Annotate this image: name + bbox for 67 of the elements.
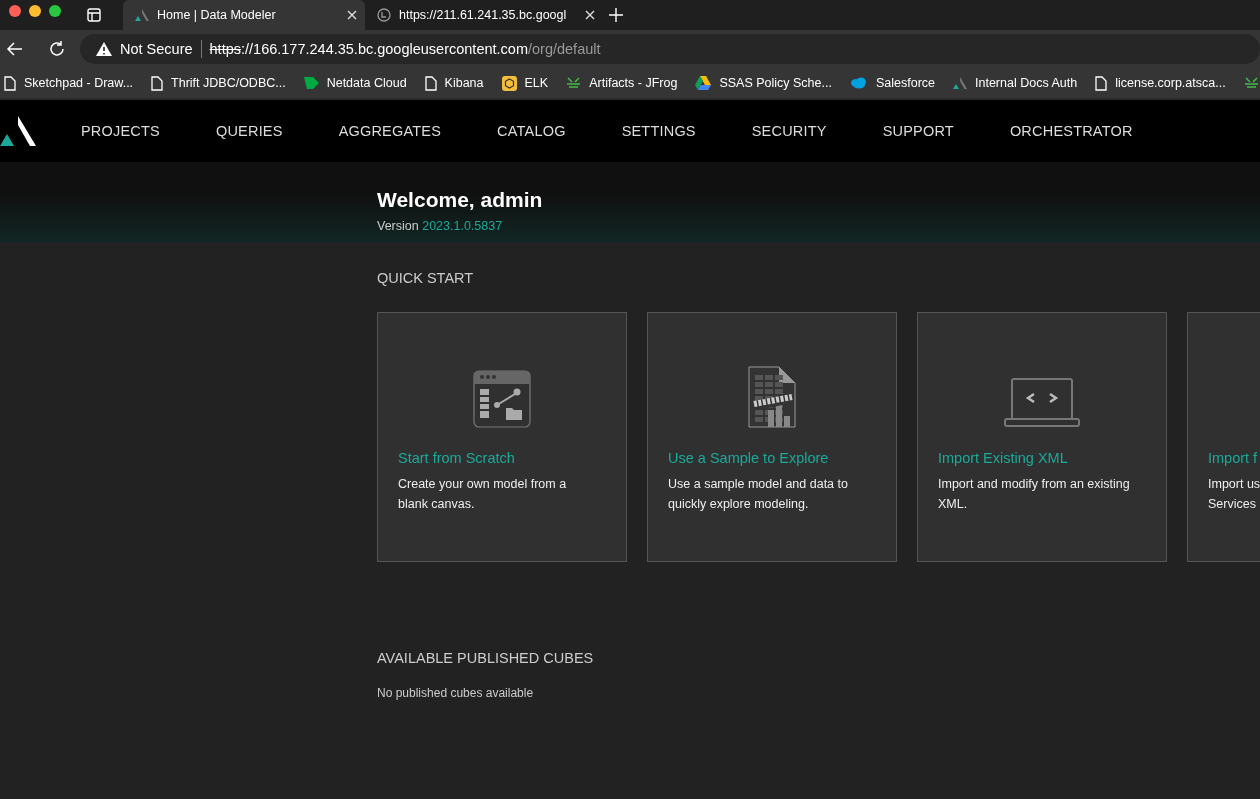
hexagon-icon [501, 75, 517, 91]
document-icon [4, 75, 16, 91]
maximize-window-button[interactable] [49, 4, 61, 17]
card-description: Import us Services [1208, 476, 1260, 513]
card-title: Import f [1208, 450, 1259, 466]
nav-link[interactable]: QUERIES [215, 123, 283, 139]
sidebar-icon[interactable] [87, 8, 101, 22]
laptop-code-icon [1004, 378, 1080, 428]
close-icon[interactable] [347, 10, 357, 20]
bookmark[interactable]: Salesforce [849, 76, 935, 90]
bookmark[interactable]: Kibana [424, 75, 484, 91]
logo-icon [135, 9, 149, 21]
leaf-icon [303, 77, 319, 89]
nav-link[interactable]: SECURITY [751, 123, 827, 139]
nav-link[interactable]: ORCHESTRATOR [1009, 123, 1133, 139]
sample-sheet-icon [748, 366, 796, 428]
logo-icon[interactable] [0, 116, 36, 146]
reload-icon[interactable] [48, 40, 66, 58]
version-label: Version [377, 219, 419, 233]
card-title: Start from Scratch [398, 450, 516, 466]
tab-title: Home | Data Modeler [157, 8, 277, 22]
back-icon[interactable] [6, 42, 22, 56]
card-title: Use a Sample to Explore [668, 450, 830, 466]
document-icon [424, 75, 437, 91]
version-number: 2023.1.0.5837 [422, 219, 503, 233]
nav-link[interactable]: SETTINGS [621, 123, 696, 139]
url-text: https://166.177.244.35.bc.googleusercontent.com/org/default [209, 41, 601, 57]
card-description: Create your own model from a blank canvas. [398, 476, 568, 513]
model-canvas-icon [473, 370, 531, 428]
bookmark[interactable]: license.corp.atsca... [1095, 75, 1226, 91]
card-title: Import Existing XML [938, 450, 1069, 466]
quick-start-card[interactable]: Start from Scratch Create your own model from a blank canvas. [377, 312, 627, 562]
close-window-button[interactable] [9, 4, 21, 17]
welcome-title: Welcome, admin [377, 188, 544, 212]
card-description: Import and modify from an existing XML. [938, 476, 1131, 513]
bookmark[interactable]: ELK [501, 75, 549, 91]
bookmark[interactable]: Sketchpad - Draw... [4, 75, 134, 91]
nav-link[interactable]: AGGREGATES [338, 123, 442, 139]
address-field[interactable]: Not Secure https://166.177.244.35.bc.googleusercontent.com/org/default [80, 34, 1260, 64]
tab-title: https://211.61.241.35.bc.googl [399, 8, 568, 22]
nav-link[interactable]: CATALOG [497, 123, 566, 139]
security-warning: Not Secure [120, 41, 193, 57]
new-tab-icon[interactable] [609, 8, 623, 22]
browser-tab[interactable]: Home | Data Modeler [123, 0, 365, 30]
nav-link[interactable]: SUPPORT [882, 123, 954, 139]
quick-start-card[interactable]: Import f Import us Services [1187, 312, 1260, 562]
bookmark[interactable]: Internal Docs Auth [953, 76, 1078, 90]
card-description: Use a sample model and data to quickly explore modeling. [668, 476, 849, 513]
minimize-window-button[interactable] [29, 4, 41, 17]
bookmark[interactable]: Thrift JDBC/ODBC... [151, 75, 286, 91]
warning-icon [96, 42, 112, 56]
quick-start-card[interactable]: Import Existing XML Import and modify from an existing XML. [917, 312, 1167, 562]
drive-icon [695, 76, 712, 90]
section-heading: QUICK START [377, 270, 475, 286]
cloud-icon [849, 77, 868, 89]
section-heading: AVAILABLE PUBLISHED CUBES [377, 650, 595, 666]
bookmark[interactable]: Artifacts - JFrog [566, 75, 678, 91]
quick-start-card[interactable]: Use a Sample to Explore Use a sample model and data to quickly explore modeling. [647, 312, 897, 562]
close-icon[interactable] [585, 10, 595, 20]
logo-icon [953, 77, 967, 89]
empty-message: No published cubes available [377, 686, 535, 700]
bookmark[interactable]: SSAS Policy Sche... [695, 76, 832, 90]
nav-link[interactable]: PROJECTS [81, 123, 160, 139]
document-icon [151, 75, 164, 91]
document-icon [1095, 75, 1108, 91]
browser-tab[interactable]: https://211.61.241.35.bc.googl [365, 0, 603, 30]
bookmark[interactable]: Netdata Cloud [303, 76, 407, 90]
